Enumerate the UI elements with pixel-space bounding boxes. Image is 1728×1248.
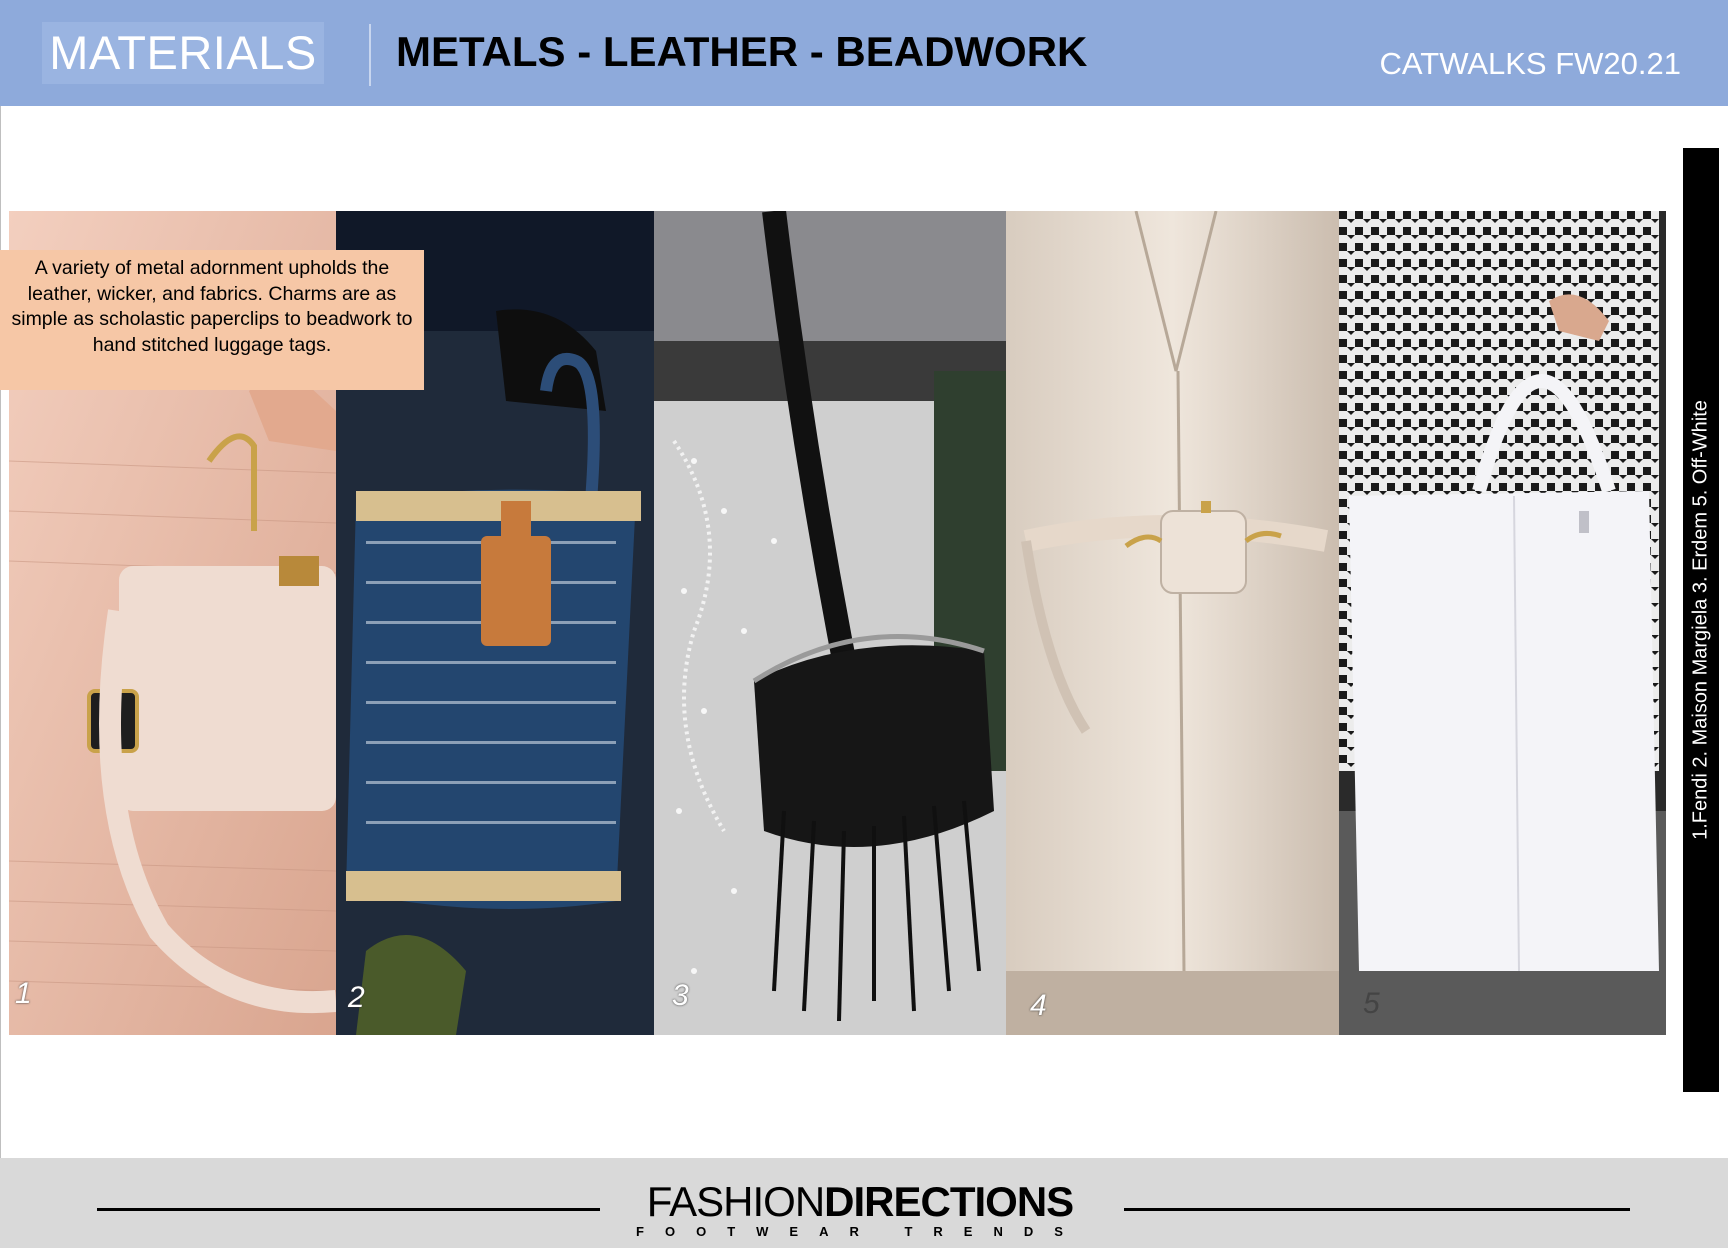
photo-5-number: 5 xyxy=(1363,987,1380,1020)
photo-3-image xyxy=(654,211,1006,1035)
footer-bar: FASHIONDIRECTIONS FOOTWEAR TRENDS xyxy=(0,1158,1728,1248)
footer-rule-right xyxy=(1124,1208,1630,1211)
brand-light: FASHION xyxy=(646,1178,825,1225)
photo-4-image xyxy=(1006,211,1339,1035)
brand-logo: FASHIONDIRECTIONS xyxy=(620,1180,1100,1224)
brand-subtitle: FOOTWEAR TRENDS xyxy=(636,1224,1084,1239)
header-divider xyxy=(369,24,371,86)
section-label: MATERIALS xyxy=(42,22,324,84)
caption-text: A variety of metal adornment upholds the… xyxy=(11,257,413,356)
season-label: CATWALKS FW20.21 xyxy=(1379,46,1681,81)
photo-3-number: 3 xyxy=(672,979,689,1012)
footer-rule-left xyxy=(97,1208,600,1211)
photo-4-leather-belt-bag: 4 xyxy=(1006,211,1339,1035)
header-bar: MATERIALS METALS - LEATHER - BEADWORK CA… xyxy=(0,0,1728,106)
credits-text: 1.Fendi 2. Maison Margiela 3. Erdem 5. O… xyxy=(1689,400,1712,840)
photo-2-number: 2 xyxy=(348,981,365,1014)
photo-5-image xyxy=(1339,211,1666,1035)
description-caption: A variety of metal adornment upholds the… xyxy=(0,250,424,390)
photo-1-number: 1 xyxy=(15,977,32,1010)
photo-5-off-white-tote: 5 xyxy=(1339,211,1666,1035)
photo-4-number: 4 xyxy=(1030,989,1047,1022)
page-title: METALS - LEATHER - BEADWORK xyxy=(396,28,1088,75)
brand-bold: DIRECTIONS xyxy=(824,1178,1074,1225)
photo-3-erdem-clutch: 3 xyxy=(654,211,1006,1035)
